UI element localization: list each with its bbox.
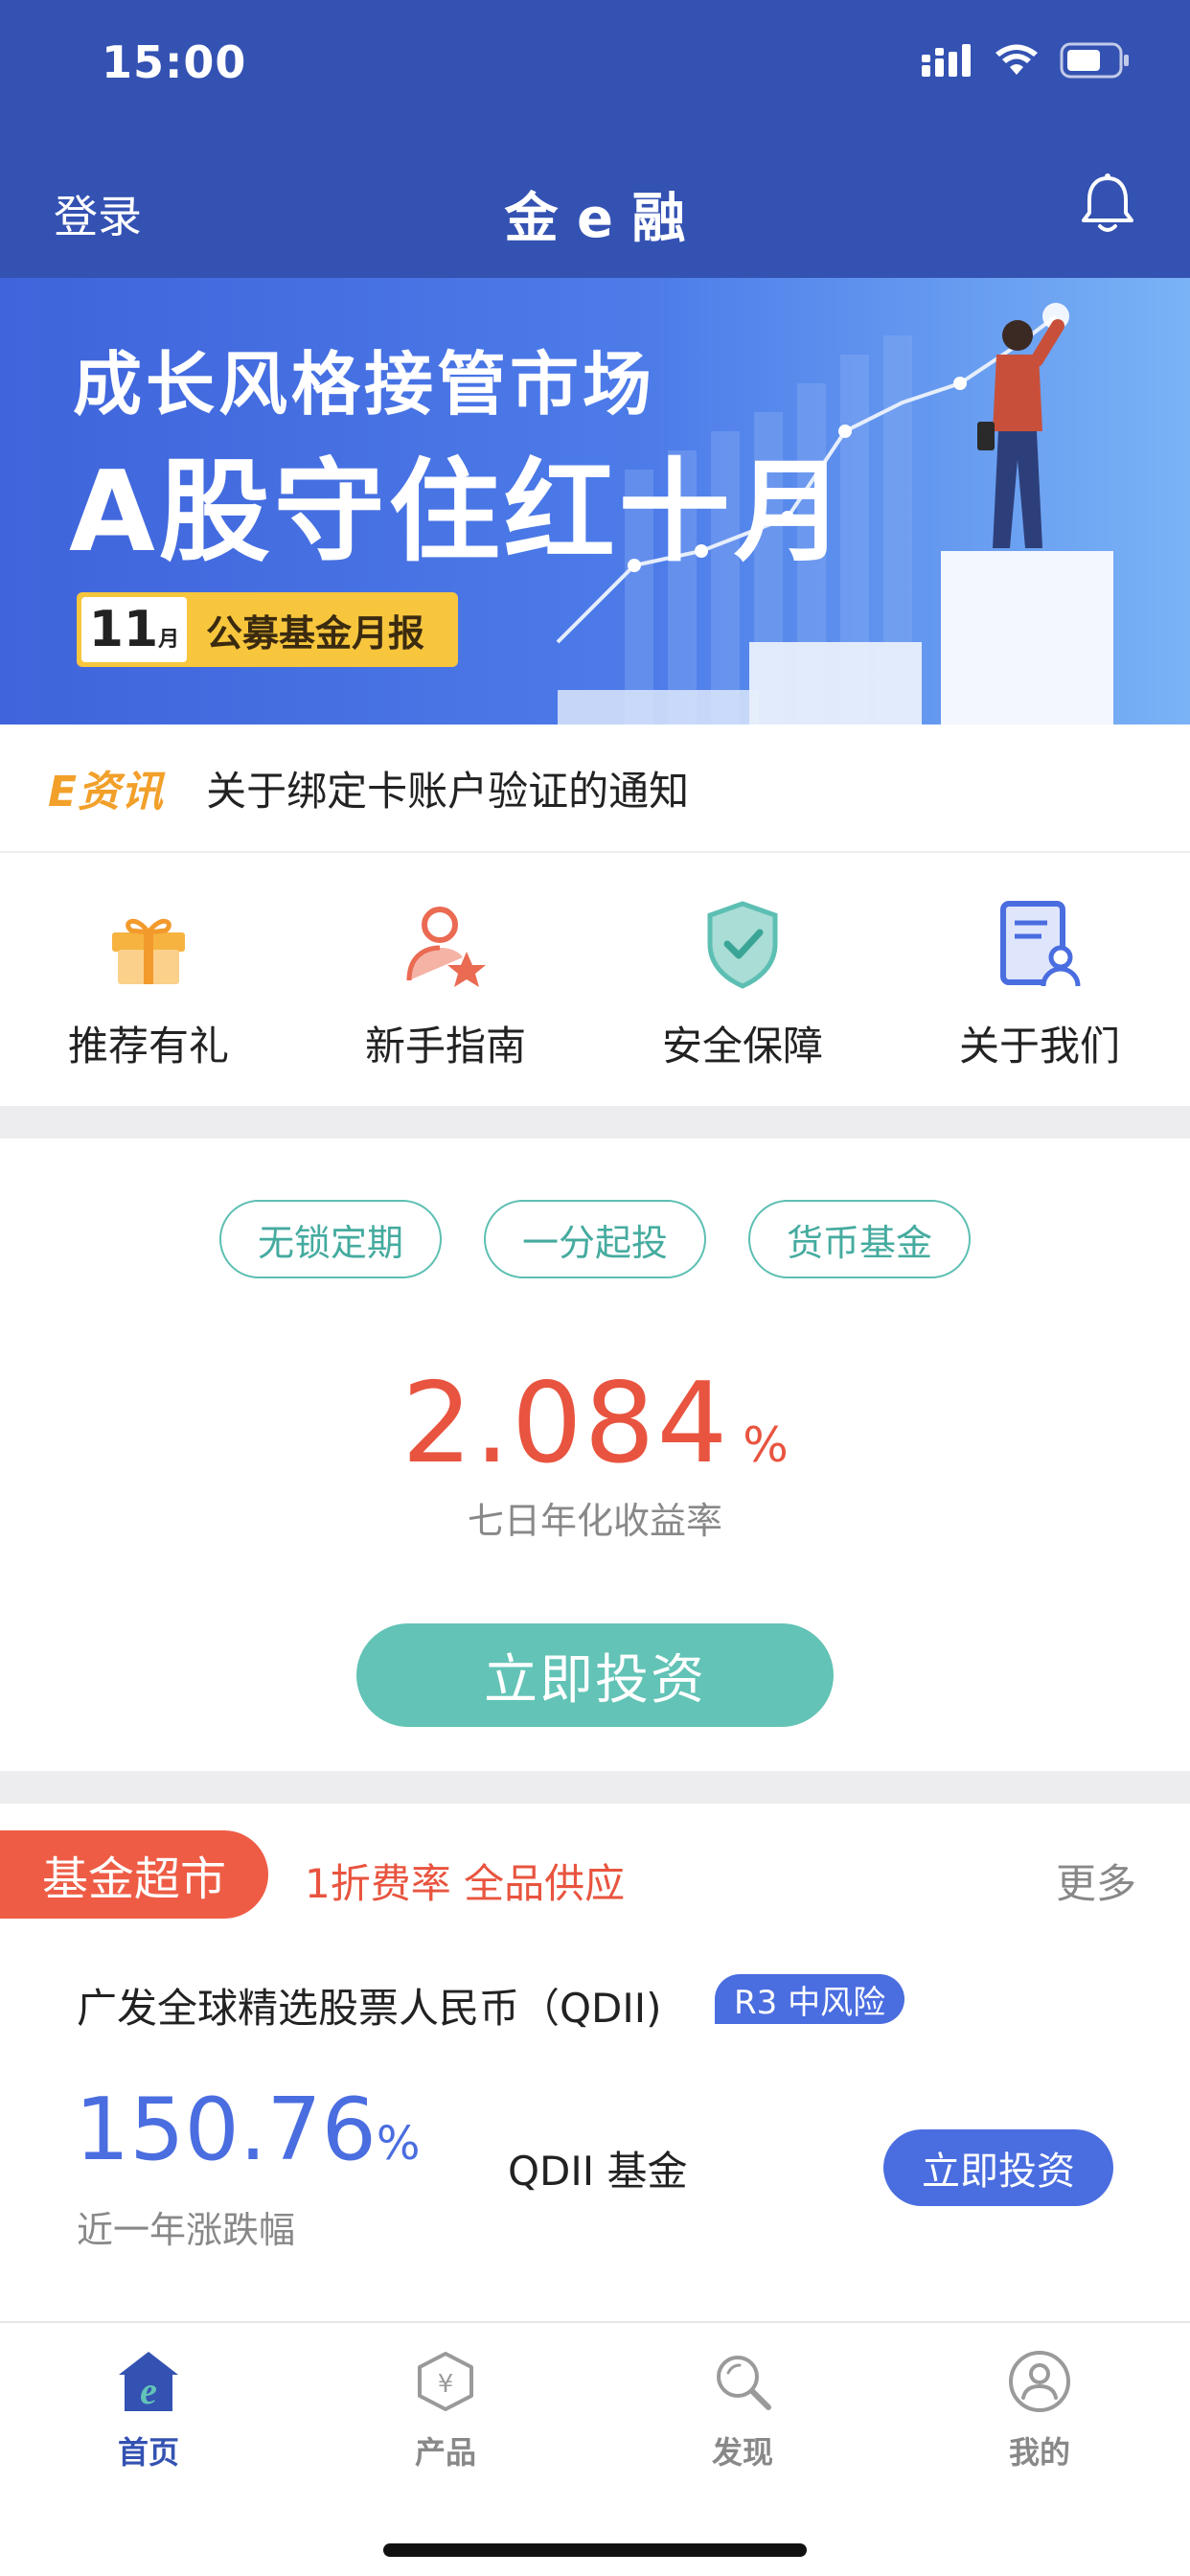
quick-entry-referral[interactable]: 推荐有礼 bbox=[0, 853, 297, 1106]
wifi-icon bbox=[995, 44, 1038, 75]
fund-market-slogan: 1折费率 全品供应 bbox=[305, 1860, 626, 1907]
banner-tag: 11 月 公募基金月报 bbox=[77, 592, 458, 667]
quick-entry-label: 推荐有礼 bbox=[67, 1023, 229, 1070]
home-icon: e bbox=[0, 2342, 297, 2421]
battery-icon bbox=[1060, 42, 1129, 79]
risk-badge: R3 中风险 bbox=[715, 1974, 905, 2024]
fund-market: 基金超市 1折费率 全品供应 更多 广发全球精选股票人民币（QDII) R3 中… bbox=[0, 1804, 1190, 2321]
tab-bar: e 首页 ¥ 产品 发现 我的 bbox=[0, 2321, 1190, 2576]
discover-icon bbox=[594, 2342, 891, 2421]
quick-entry-label: 安全保障 bbox=[661, 1023, 823, 1070]
section-divider bbox=[0, 1106, 1190, 1138]
feature-chip: 货币基金 bbox=[748, 1200, 971, 1278]
fund-market-tag: 基金超市 bbox=[0, 1830, 268, 1919]
banner-tag-date: 11 月 bbox=[81, 597, 187, 662]
e-news-logo: E资讯 bbox=[48, 768, 165, 816]
tab-label: 首页 bbox=[117, 2434, 179, 2471]
page-title: 金 e 融 bbox=[504, 188, 686, 250]
more-link[interactable]: 更多 bbox=[1056, 1852, 1136, 1910]
header: 15:00 登录 金 e 融 bbox=[0, 0, 1190, 278]
tab-mine[interactable]: 我的 bbox=[891, 2323, 1188, 2486]
quick-entry-about[interactable]: 关于我们 bbox=[891, 853, 1188, 1106]
section-divider bbox=[0, 1771, 1190, 1804]
tab-home[interactable]: e 首页 bbox=[0, 2323, 297, 2486]
product-features: 无锁定期 一分起投 货币基金 bbox=[0, 1200, 1190, 1278]
fund-return: 150.76% bbox=[75, 2080, 421, 2180]
fund-return-unit: % bbox=[376, 2117, 421, 2171]
about-us-icon bbox=[891, 891, 1188, 997]
product-card: 无锁定期 一分起投 货币基金 2.084% 七日年化收益率 立即投资 bbox=[0, 1138, 1190, 1771]
invest-now-button[interactable]: 立即投资 bbox=[356, 1623, 834, 1727]
fund-type: QDII 基金 bbox=[508, 2148, 688, 2195]
status-icons bbox=[922, 42, 1131, 79]
quick-entry-guide[interactable]: 新手指南 bbox=[297, 853, 594, 1106]
banner-tag-text: 公募基金月报 bbox=[206, 611, 425, 655]
quick-entry-label: 新手指南 bbox=[364, 1023, 526, 1070]
yield-rate-label: 七日年化收益率 bbox=[467, 1500, 722, 1542]
svg-text:e: e bbox=[140, 2369, 157, 2412]
profile-icon bbox=[891, 2342, 1188, 2421]
gift-icon bbox=[0, 891, 297, 997]
quick-entries: 推荐有礼 新手指南 安全保障 关于我们 bbox=[0, 853, 1190, 1106]
quick-entry-security[interactable]: 安全保障 bbox=[594, 853, 891, 1106]
tab-label: 发现 bbox=[711, 2434, 773, 2471]
signal-icon bbox=[922, 44, 971, 77]
feature-chip: 一分起投 bbox=[484, 1200, 706, 1278]
tab-discover[interactable]: 发现 bbox=[594, 2323, 891, 2486]
news-ticker[interactable]: E资讯 关于绑定卡账户验证的通知 bbox=[0, 724, 1190, 853]
news-text[interactable]: 关于绑定卡账户验证的通知 bbox=[206, 759, 689, 817]
banner-title: A股守住红十月 bbox=[69, 448, 849, 577]
quick-entry-label: 关于我们 bbox=[958, 1023, 1120, 1070]
promo-banner[interactable]: 成长风格接管市场 A股守住红十月 11 月 公募基金月报 bbox=[0, 278, 1190, 724]
notification-bell-icon[interactable] bbox=[1079, 172, 1136, 238]
fund-return-label: 近一年涨跌幅 bbox=[77, 2209, 296, 2251]
svg-text:¥: ¥ bbox=[438, 2370, 454, 2399]
yield-rate: 2.084% bbox=[0, 1359, 1190, 1488]
newbie-guide-icon bbox=[297, 891, 594, 997]
yield-rate-unit: % bbox=[743, 1417, 789, 1473]
tab-products[interactable]: ¥ 产品 bbox=[297, 2323, 594, 2486]
fund-invest-button[interactable]: 立即投资 bbox=[883, 2129, 1113, 2206]
home-indicator[interactable] bbox=[383, 2543, 807, 2557]
tab-label: 产品 bbox=[414, 2434, 476, 2471]
fund-return-value: 150.76 bbox=[75, 2080, 377, 2180]
banner-headline: 成长风格接管市场 bbox=[73, 344, 656, 425]
product-icon: ¥ bbox=[297, 2342, 594, 2421]
feature-chip: 无锁定期 bbox=[219, 1200, 442, 1278]
banner-tag-number: 11 bbox=[88, 601, 159, 658]
fund-name[interactable]: 广发全球精选股票人民币（QDII) bbox=[77, 1976, 662, 2035]
banner-tag-month: 月 bbox=[158, 628, 180, 652]
yield-rate-value: 2.084 bbox=[401, 1359, 730, 1488]
status-time: 15:00 bbox=[102, 36, 247, 88]
shield-check-icon bbox=[594, 891, 891, 997]
tab-label: 我的 bbox=[1008, 2434, 1070, 2471]
